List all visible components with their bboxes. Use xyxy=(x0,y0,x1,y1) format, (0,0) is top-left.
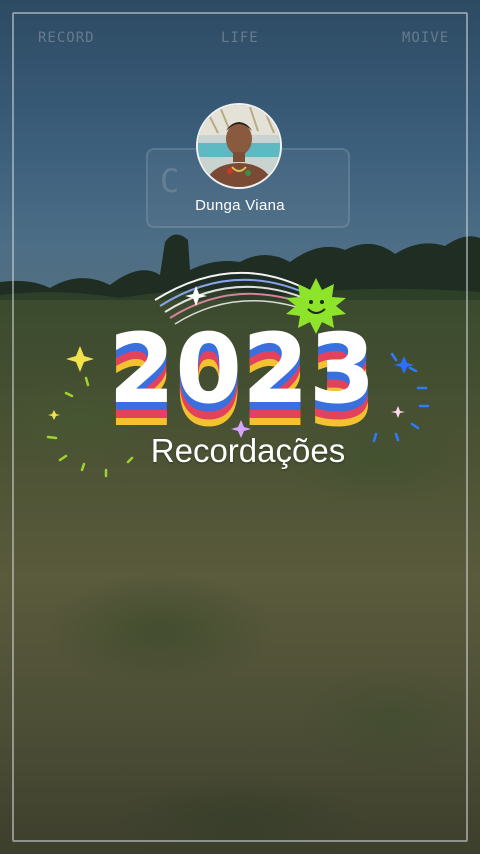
sparkle-icon xyxy=(48,410,60,420)
svg-text:2023: 2023 xyxy=(108,313,375,425)
burst-lines-right xyxy=(372,352,430,443)
story-screen: RECORD LIFE MOIVE C Dunga Viana 2023 202… xyxy=(0,0,480,854)
sparkle-icon xyxy=(66,346,94,372)
year-badge-art: 2023 2023 2023 2023 xyxy=(46,271,430,478)
year-subtitle: Recordações xyxy=(150,432,346,469)
year-number: 2023 2023 2023 2023 xyxy=(108,313,375,448)
sparkle-icon xyxy=(391,406,405,418)
sparkle-icon xyxy=(394,356,414,374)
sparkle-icon xyxy=(185,286,207,306)
